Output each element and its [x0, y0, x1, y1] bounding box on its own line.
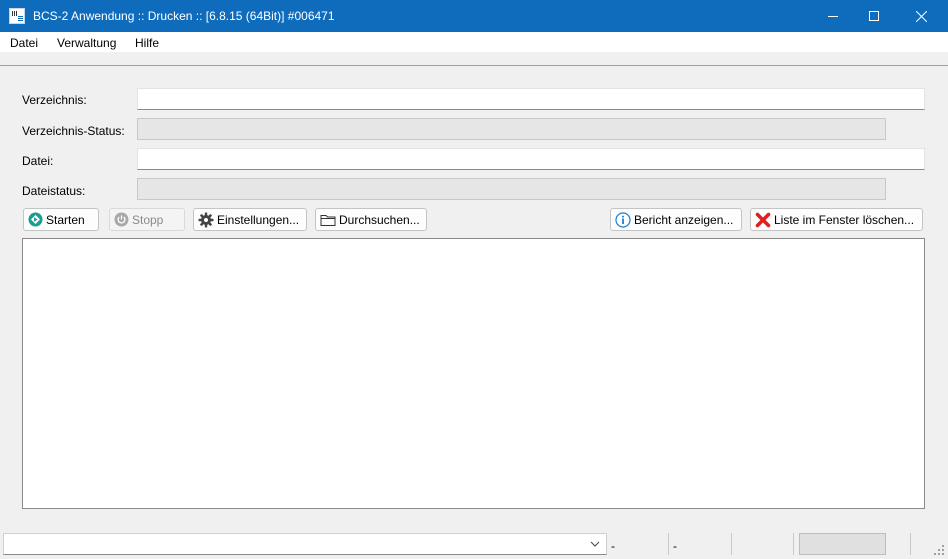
- settings-button[interactable]: Einstellungen...: [193, 208, 307, 231]
- directory-status-field: [137, 118, 886, 140]
- title-bar: BCS-2 Anwendung :: Drucken :: [6.8.15 (6…: [0, 0, 948, 32]
- status-panel-2: -: [673, 539, 677, 553]
- red-x-icon: [755, 212, 771, 227]
- status-divider: [910, 533, 911, 555]
- browse-button-label: Durchsuchen...: [339, 212, 420, 227]
- directory-input[interactable]: [137, 88, 925, 110]
- clear-list-button-label: Liste im Fenster löschen...: [774, 212, 915, 227]
- status-combo[interactable]: [3, 533, 607, 555]
- resize-grip-icon[interactable]: [934, 545, 945, 556]
- settings-button-label: Einstellungen...: [217, 212, 300, 227]
- minimize-button[interactable]: [810, 0, 856, 32]
- status-progress-box: [799, 533, 886, 555]
- chevron-down-icon: [590, 541, 600, 547]
- folder-icon: [320, 214, 336, 226]
- stop-button-label: Stopp: [132, 212, 164, 227]
- status-divider: [793, 533, 794, 555]
- maximize-button[interactable]: [851, 0, 897, 32]
- directory-label: Verzeichnis:: [22, 93, 87, 107]
- start-icon: [28, 212, 43, 227]
- file-status-label: Dateistatus:: [22, 184, 86, 198]
- directory-status-label: Verzeichnis-Status:: [22, 124, 125, 138]
- stop-button[interactable]: Stopp: [109, 208, 185, 231]
- status-divider: [731, 533, 732, 555]
- file-input[interactable]: [137, 148, 925, 170]
- window-title: BCS-2 Anwendung :: Drucken :: [6.8.15 (6…: [33, 9, 335, 23]
- app-icon: [9, 8, 25, 24]
- power-icon: [114, 212, 129, 227]
- status-bar: - -: [0, 531, 948, 559]
- menu-hilfe[interactable]: Hilfe: [135, 36, 159, 50]
- menu-verwaltung[interactable]: Verwaltung: [57, 36, 116, 50]
- clear-list-button[interactable]: Liste im Fenster löschen...: [750, 208, 923, 231]
- start-button-label: Starten: [46, 212, 85, 227]
- minimize-icon: [828, 16, 838, 17]
- start-button[interactable]: Starten: [23, 208, 99, 231]
- file-label: Datei:: [22, 154, 54, 168]
- log-list[interactable]: [22, 238, 925, 509]
- file-status-field: [137, 178, 886, 200]
- close-button[interactable]: [898, 0, 944, 32]
- status-divider: [668, 533, 669, 555]
- show-report-button-label: Bericht anzeigen...: [634, 212, 734, 227]
- menu-datei[interactable]: Datei: [10, 36, 38, 50]
- menu-separator: [0, 52, 948, 66]
- show-report-button[interactable]: Bericht anzeigen...: [610, 208, 742, 231]
- browse-button[interactable]: Durchsuchen...: [315, 208, 427, 231]
- menu-bar: Datei Verwaltung Hilfe: [0, 32, 948, 52]
- gear-icon: [198, 212, 214, 227]
- info-icon: [615, 211, 631, 228]
- close-icon: [915, 10, 927, 22]
- status-panel-1: -: [611, 539, 615, 553]
- maximize-icon: [869, 11, 879, 21]
